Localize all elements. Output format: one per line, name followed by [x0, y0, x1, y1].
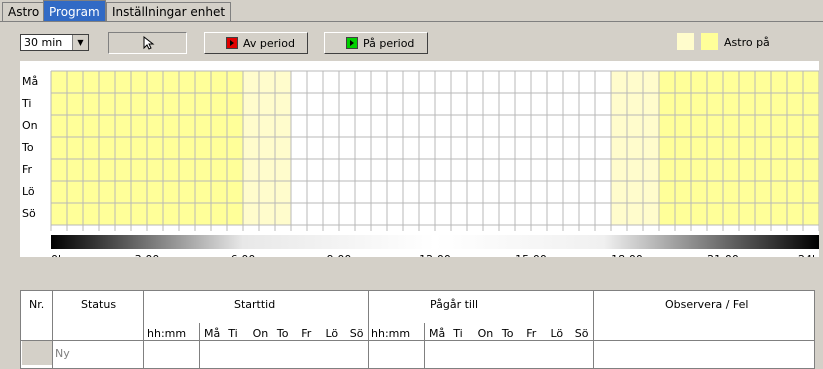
tab-label: Astro	[8, 5, 40, 19]
pointer-tool-button[interactable]	[108, 32, 187, 54]
schedule-grid[interactable]: 0h 3:00 6:00 9:00 12:00 15:00 18:00 21:00 24h	[20, 61, 820, 266]
column-divider	[143, 291, 144, 368]
chevron-down-icon[interactable]: ▼	[72, 35, 88, 50]
day-subheader: Lö	[325, 327, 339, 340]
tab-program[interactable]: Program	[43, 0, 106, 22]
time-gradient-bar	[51, 235, 819, 249]
day-label: On	[22, 119, 38, 132]
tab-bar: Astro Program Inställningar enhet	[0, 0, 823, 22]
off-period-label: Av period	[243, 37, 295, 50]
column-header-status: Status	[81, 298, 117, 311]
cursor-icon	[143, 36, 155, 50]
header-bottom-line	[21, 340, 814, 341]
time-label: 12:00	[419, 253, 451, 257]
interval-select[interactable]: 30 min ▼	[20, 34, 89, 51]
tab-label: Program	[49, 5, 100, 19]
day-subheader: Må	[429, 327, 446, 340]
day-subheader: Fr	[526, 327, 537, 340]
time-label: 18:00	[611, 253, 643, 257]
column-header-nr: Nr.	[29, 298, 45, 311]
time-label: 21:00	[707, 253, 739, 257]
subheader-start-hhmm: hh:mm	[147, 327, 187, 340]
tab-label: Inställningar enhet	[112, 5, 226, 19]
subheader-until-hhmm: hh:mm	[371, 327, 411, 340]
row-number-cell	[22, 341, 52, 365]
column-divider	[199, 323, 200, 368]
schedule-chart: 0h 3:00 6:00 9:00 12:00 15:00 18:00 21:00 24h	[20, 61, 820, 266]
day-subheader: To	[276, 327, 289, 340]
off-period-button[interactable]: Av period	[204, 32, 308, 54]
interval-value: 30 min	[24, 36, 63, 49]
column-header-observe: Observera / Fel	[665, 298, 749, 311]
time-label: 15:00	[515, 253, 547, 257]
day-label: Må	[22, 75, 39, 88]
day-label: Lö	[22, 185, 35, 198]
program-panel: 30 min ▼ Av period På period Astro på 0h…	[0, 22, 823, 369]
row-status[interactable]: Ny	[55, 347, 70, 360]
day-subheader: Lö	[550, 327, 564, 340]
red-square-icon	[226, 37, 238, 49]
day-subheader: Sö	[574, 327, 589, 340]
column-header-starttime: Starttid	[234, 298, 276, 311]
astro-light-region	[611, 71, 659, 225]
day-subheader: Ti	[453, 327, 463, 340]
astro-light-swatch	[677, 33, 694, 50]
tab-installningar-enhet[interactable]: Inställningar enhet	[106, 2, 232, 21]
day-subheader: Sö	[349, 327, 364, 340]
time-label: 9:00	[327, 253, 352, 257]
period-table: Nr. Status Starttid Pågår till Observera…	[20, 290, 815, 369]
astro-light-region	[243, 71, 291, 225]
day-subheader: On	[252, 327, 269, 340]
day-subheader: To	[501, 327, 514, 340]
column-divider	[52, 291, 53, 368]
time-label: 3:00	[135, 253, 160, 257]
day-subheader: Må	[204, 327, 221, 340]
column-divider	[368, 291, 369, 368]
column-header-until: Pågår till	[430, 298, 479, 311]
astro-strong-swatch	[701, 33, 718, 50]
tab-astro[interactable]: Astro	[2, 2, 46, 21]
green-square-icon	[346, 37, 358, 49]
on-period-label: På period	[363, 37, 415, 50]
day-subheader: Fr	[301, 327, 312, 340]
day-subheader: Ti	[228, 327, 238, 340]
on-period-button[interactable]: På period	[324, 32, 428, 54]
day-label: Sö	[22, 207, 36, 220]
column-divider	[593, 291, 594, 368]
day-label: Ti	[22, 97, 32, 110]
day-subheader: On	[477, 327, 494, 340]
column-divider	[424, 323, 425, 368]
time-label: 6:00	[231, 253, 256, 257]
day-label: Fr	[22, 163, 33, 176]
astro-legend-label: Astro på	[724, 36, 770, 49]
day-label: To	[22, 141, 34, 154]
time-label: 24h	[798, 253, 819, 257]
time-label: 0h	[51, 253, 65, 257]
